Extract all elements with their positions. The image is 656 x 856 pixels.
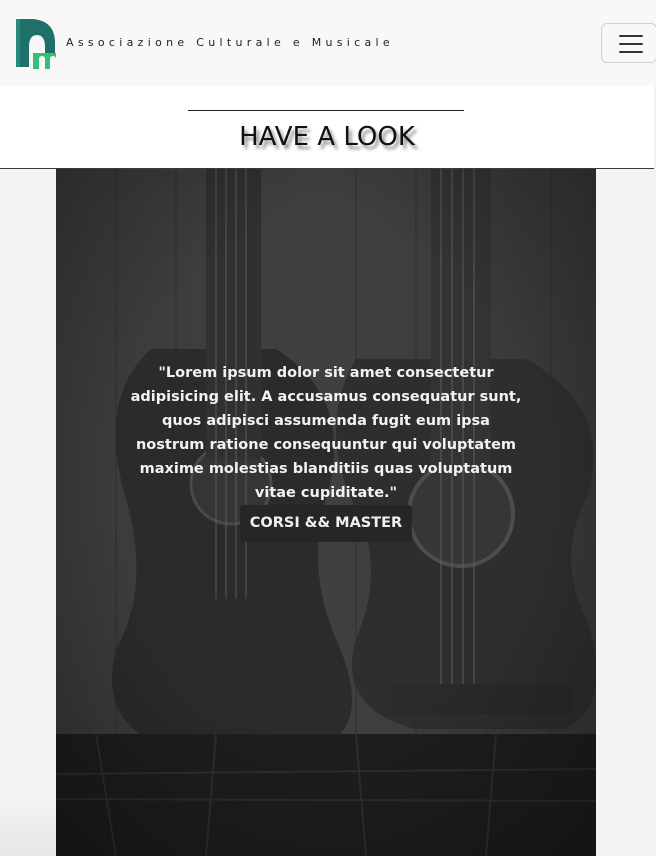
- section-title: HAVE A LOOK: [239, 122, 415, 152]
- corner-shadow: [0, 800, 56, 856]
- navbar-toggle-button[interactable]: [601, 23, 656, 63]
- hero-banner: "Lorem ipsum dolor sit amet consectetur …: [56, 169, 596, 856]
- hero-quote: "Lorem ipsum dolor sit amet consectetur …: [130, 365, 522, 501]
- section-heading: HAVE A LOOK: [0, 86, 654, 169]
- pro-music-logo-icon[interactable]: [15, 17, 57, 69]
- navbar: Associazione Culturale e Musicale: [0, 0, 656, 86]
- brand-tagline: Associazione Culturale e Musicale: [66, 36, 394, 49]
- heading-divider: [188, 110, 464, 111]
- courses-button[interactable]: CORSI && MASTER: [240, 505, 412, 542]
